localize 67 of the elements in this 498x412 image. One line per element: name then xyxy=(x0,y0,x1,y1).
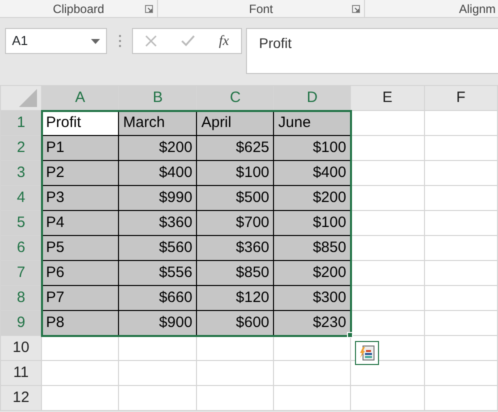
table-cell: $900 xyxy=(118,310,197,336)
table-cell: $100 xyxy=(274,210,351,236)
table-cell: $230 xyxy=(274,310,351,336)
table-cell: $990 xyxy=(118,186,197,210)
name-box-value: A1 xyxy=(12,32,28,50)
row-header[interactable]: 7 xyxy=(0,260,42,286)
row-header[interactable]: 4 xyxy=(0,186,42,210)
table-cell: $700 xyxy=(196,210,274,236)
table-cell: $625 xyxy=(196,136,274,160)
row-header[interactable]: 9 xyxy=(0,310,42,336)
table-cell: Profit xyxy=(42,110,119,136)
row-header[interactable]: 6 xyxy=(0,236,42,260)
insert-function-button[interactable]: fx xyxy=(218,30,229,52)
table-cell: $200 xyxy=(274,186,351,210)
row-header[interactable]: 1 xyxy=(0,110,42,136)
row-header[interactable]: 8 xyxy=(0,286,42,310)
table-cell: P4 xyxy=(42,210,119,236)
table-cell: $200 xyxy=(274,260,351,286)
table-cell: P8 xyxy=(42,310,119,336)
table-cell: $100 xyxy=(274,136,351,160)
table-cell: March xyxy=(118,110,197,136)
row-header[interactable]: 10 xyxy=(0,336,42,360)
checkmark-icon[interactable] xyxy=(180,35,195,47)
table-cell: $850 xyxy=(196,260,274,286)
ribbon-group-label: Alignm xyxy=(459,0,496,18)
column-header[interactable]: C xyxy=(196,86,274,110)
table-cell: $400 xyxy=(118,160,197,186)
column-header[interactable]: A xyxy=(42,86,119,110)
table-cell: $400 xyxy=(274,160,351,186)
table-cell: P6 xyxy=(42,260,119,286)
table-cell: P5 xyxy=(42,236,119,260)
table-cell: P7 xyxy=(42,286,119,310)
row-header[interactable]: 3 xyxy=(0,160,42,186)
row-header[interactable]: 2 xyxy=(0,136,42,160)
table-cell: $600 xyxy=(196,310,274,336)
table-cell: $556 xyxy=(118,260,197,286)
ribbon-group-label: Font xyxy=(248,0,273,18)
quick-analysis-button[interactable] xyxy=(354,340,379,364)
table-cell: $120 xyxy=(196,286,274,310)
name-box[interactable]: A1 xyxy=(5,28,107,54)
dialog-launcher-icon[interactable] xyxy=(352,5,360,13)
column-header[interactable]: B xyxy=(118,86,197,110)
table-cell: $200 xyxy=(118,136,197,160)
table-cell: $300 xyxy=(274,286,351,310)
column-header[interactable]: D xyxy=(274,86,351,110)
ribbon-group-label: Clipboard xyxy=(52,0,104,18)
dropdown-caret-icon[interactable] xyxy=(91,38,100,44)
grip-dots-icon xyxy=(119,35,122,47)
table-cell: April xyxy=(196,110,274,136)
table-cell: $100 xyxy=(196,160,274,186)
table-cell: $360 xyxy=(118,210,197,236)
dialog-launcher-icon[interactable] xyxy=(145,5,153,13)
table-cell: P2 xyxy=(42,160,119,186)
table-cell: P1 xyxy=(42,136,119,160)
table-cell: $660 xyxy=(118,286,197,310)
row-header[interactable]: 11 xyxy=(0,360,42,386)
column-header[interactable]: F xyxy=(424,86,498,110)
column-header[interactable]: E xyxy=(350,86,424,110)
table-cell: $360 xyxy=(196,236,274,260)
row-header[interactable]: 12 xyxy=(0,386,42,410)
formula-input-field[interactable]: Profit xyxy=(246,28,498,74)
table-cell: $560 xyxy=(118,236,197,260)
table-cell: $850 xyxy=(274,236,351,260)
row-header[interactable]: 5 xyxy=(0,210,42,236)
table-cell: P3 xyxy=(42,186,119,210)
table-cell: June xyxy=(274,110,351,136)
table-cell: $500 xyxy=(196,186,274,210)
